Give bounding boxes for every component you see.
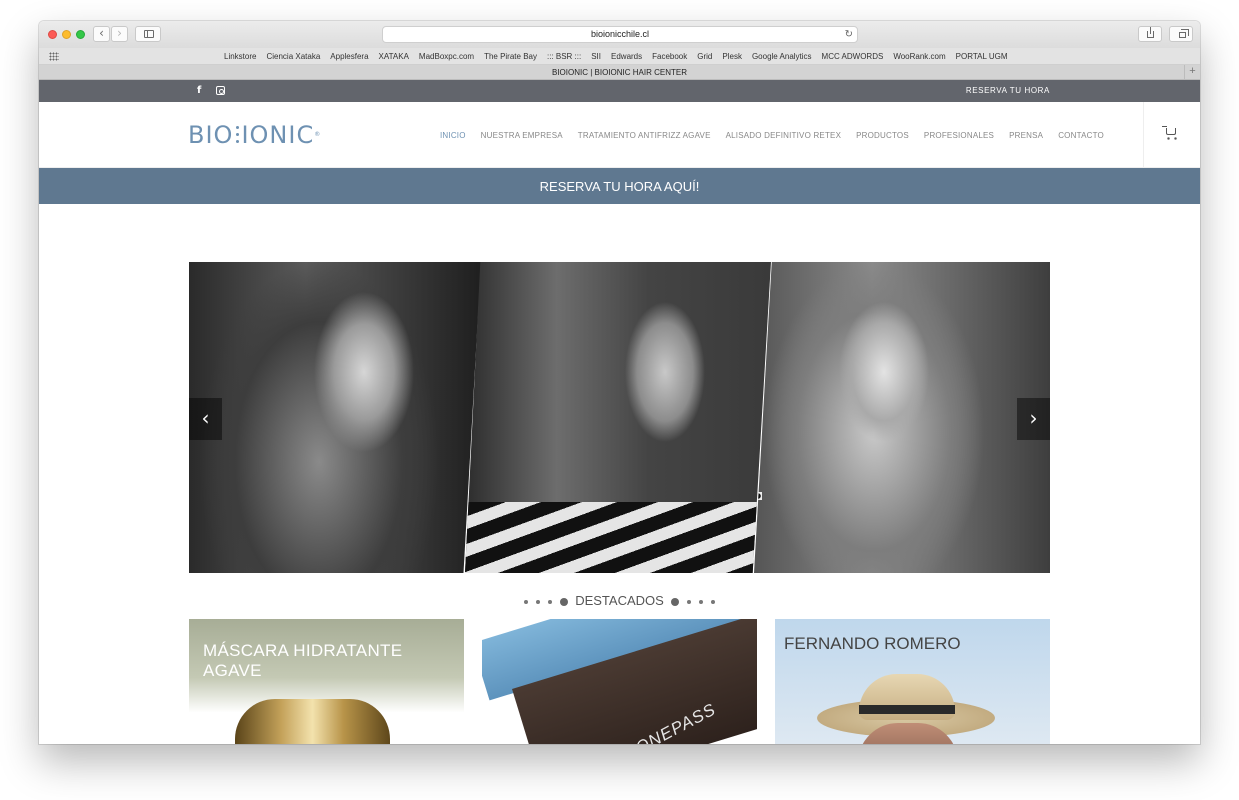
nav-item-contacto[interactable]: CONTACTO [1058, 131, 1104, 140]
divider-dot [711, 599, 716, 604]
topbar-reserve-link[interactable]: RESERVA TU HORA [966, 80, 1050, 102]
site-topbar: f RESERVA TU HORA [39, 80, 1200, 102]
featured-title: DESTACADOS [575, 593, 664, 608]
show-tabs-button[interactable] [1169, 26, 1193, 42]
nav-item-profesionales[interactable]: PROFESIONALES [924, 131, 994, 140]
slider-photo-straight-hair [465, 262, 771, 573]
featured-card-agave-mask[interactable]: MÁSCARA HIDRATANTE AGAVE [189, 619, 464, 744]
facebook-icon[interactable]: f [197, 85, 201, 97]
slider-photo-wavy-hair [189, 262, 481, 573]
cart-icon[interactable] [1162, 126, 1177, 140]
bookmark-item[interactable]: The Pirate Bay [484, 48, 537, 65]
card-title: FERNANDO ROMERO [784, 634, 961, 653]
tab-title[interactable]: BIOIONIC | BIOIONIC HAIR CENTER [552, 68, 687, 77]
featured-heading: DESTACADOS [39, 593, 1200, 609]
card-title: MÁSCARA HIDRATANTE AGAVE [203, 641, 403, 680]
bookmark-item[interactable]: XATAKA [379, 48, 409, 65]
sidebar-toggle-button[interactable] [135, 26, 161, 42]
divider-dot [687, 599, 692, 604]
back-button[interactable]: ‹ [93, 26, 110, 42]
bookmark-item[interactable]: Linkstore [224, 48, 256, 65]
slider-next-button[interactable]: › [1017, 398, 1050, 440]
nav-item-nuestra-empresa[interactable]: NUESTRA EMPRESA [481, 131, 563, 140]
nav-item-inicio[interactable]: INICIO [440, 131, 466, 140]
main-navigation: INICIO NUESTRA EMPRESA TRATAMIENTO ANTIFRI… [440, 102, 1104, 168]
site-logo[interactable]: BIO IONIC® [188, 121, 321, 149]
bookmark-item[interactable]: Facebook [652, 48, 687, 65]
share-icon [1147, 27, 1154, 38]
bookmark-item[interactable]: WooRank.com [893, 48, 945, 65]
slider-prev-button[interactable]: ‹ [189, 398, 222, 440]
bookmark-list: Linkstore Ciencia Xataka Applesfera XATAKA M… [224, 48, 1008, 65]
bookmark-item[interactable]: MadBoxpc.com [419, 48, 474, 65]
site-header: BIO IONIC® INICIO NUESTRA EMPRESA TRATAMIEN… [39, 102, 1200, 168]
nav-item-alisado-definitivo-retex[interactable]: ALISADO DEFINITIVO RETEX [726, 131, 842, 140]
minimize-window-button[interactable] [62, 30, 71, 39]
logo-text-left: BIO [188, 121, 234, 149]
nav-item-prensa[interactable]: PRENSA [1009, 131, 1043, 140]
featured-card-onepass[interactable]: ONEPASS [482, 619, 757, 744]
bookmark-item[interactable]: Plesk [722, 48, 742, 65]
page-content: ‹ › DESTACADOS MÁSCARA HIDRATANTE AGAVE … [39, 204, 1200, 744]
product-jar-image [235, 699, 390, 744]
bookmark-item[interactable]: MCC ADWORDS [822, 48, 884, 65]
divider-dot [523, 599, 528, 604]
hero-slider: ‹ › [189, 262, 1050, 573]
divider-dot [547, 599, 552, 604]
bookmark-item[interactable]: Grid [697, 48, 712, 65]
logo-text-right: IONIC [241, 121, 315, 149]
bookmark-item[interactable]: PORTAL UGM [956, 48, 1008, 65]
browser-window: ‹ › bioionicchile.cl ↻ Linkstore Ciencia … [39, 21, 1200, 744]
reload-icon[interactable]: ↻ [845, 27, 853, 42]
new-tab-button[interactable]: + [1184, 65, 1200, 79]
sidebar-icon [144, 30, 154, 38]
browser-toolbar: ‹ › bioionicchile.cl ↻ [39, 21, 1200, 48]
zoom-window-button[interactable] [76, 30, 85, 39]
tabs-icon [1179, 29, 1189, 38]
bookmarks-bar: Linkstore Ciencia Xataka Applesfera XATAKA M… [39, 48, 1200, 65]
share-button[interactable] [1138, 26, 1162, 42]
bookmark-item[interactable]: Edwards [611, 48, 642, 65]
nav-item-productos[interactable]: PRODUCTOS [856, 131, 909, 140]
reserve-banner[interactable]: RESERVA TU HORA AQUÍ! [39, 168, 1200, 204]
nav-item-tratamiento-antifrizz-agave[interactable]: TRATAMIENTO ANTIFRIZZ AGAVE [578, 131, 711, 140]
address-bar[interactable]: bioionicchile.cl ↻ [382, 26, 858, 43]
apps-grid-icon[interactable] [49, 52, 59, 61]
featured-card-fernando-romero[interactable]: FERNANDO ROMERO [775, 619, 1050, 744]
divider-dot [699, 599, 704, 604]
hat-band-image [859, 705, 955, 714]
address-url: bioionicchile.cl [590, 29, 650, 39]
bookmark-item[interactable]: ::: BSR ::: [547, 48, 581, 65]
featured-cards: MÁSCARA HIDRATANTE AGAVE ONEPASS FERNAND… [189, 619, 1050, 744]
close-window-button[interactable] [48, 30, 57, 39]
tab-bar: BIOIONIC | BIOIONIC HAIR CENTER + [39, 65, 1200, 80]
forward-button[interactable]: › [111, 26, 128, 42]
logo-registered-mark: ® [314, 131, 322, 138]
bookmark-item[interactable]: Ciencia Xataka [266, 48, 320, 65]
bookmark-item[interactable]: Applesfera [330, 48, 368, 65]
logo-dots-icon [233, 124, 241, 148]
divider-dot [559, 597, 568, 606]
slider-photo-curly-hair [754, 262, 1050, 573]
divider-dot [535, 599, 540, 604]
divider-dot [671, 597, 680, 606]
cart-area [1143, 102, 1200, 168]
reserve-banner-text: RESERVA TU HORA AQUÍ! [539, 179, 700, 194]
bookmark-item[interactable]: Google Analytics [752, 48, 812, 65]
instagram-icon[interactable] [216, 86, 225, 95]
bookmark-item[interactable]: SII [591, 48, 601, 65]
